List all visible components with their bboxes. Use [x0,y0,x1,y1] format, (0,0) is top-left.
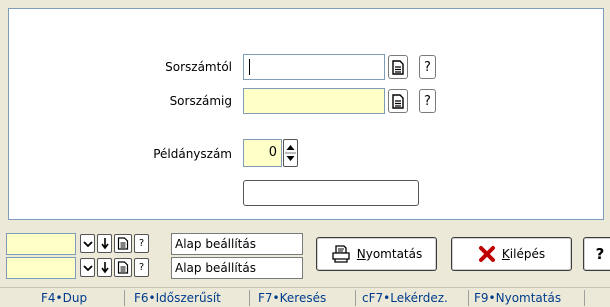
status-bar: F4•Dup F6•Időszerűsít F7•Keresés cF7•Lek… [0,287,610,307]
chevron-down-icon [82,240,93,247]
spin-arrows-icon [285,145,296,161]
preset-2-document-button[interactable] [114,258,132,277]
preset-1-dropdown-button[interactable] [80,234,95,253]
status-f6-refresh[interactable]: F6•Időszerűsít [134,290,221,306]
status-separator [468,290,469,306]
status-f7-search[interactable]: F7•Keresés [258,290,326,306]
document-icon [392,59,404,75]
preset-1-help-button[interactable]: ? [134,234,149,253]
to-number-field[interactable] [243,88,385,114]
document-icon [117,237,129,250]
help-button[interactable]: ? [583,237,610,271]
from-label: Sorszámtól [165,60,232,74]
document-icon [392,93,404,109]
document-icon [117,261,129,274]
arrow-down-icon [100,262,109,274]
status-cf7-query[interactable]: cF7•Lekérdez. [362,290,448,306]
preset-2-field[interactable] [6,257,76,279]
close-x-icon [478,246,495,262]
from-lookup-button[interactable] [388,55,408,79]
status-separator [584,290,585,306]
extra-field[interactable] [243,180,419,206]
from-number-field[interactable] [243,54,385,80]
preset-1-label[interactable]: Alap beállítás [171,233,303,255]
printer-icon [332,245,350,263]
print-mnemonic: N [356,247,366,261]
chevron-down-icon [82,264,93,271]
to-label: Sorszámig [169,94,232,108]
preset-1-field[interactable] [6,233,76,255]
copies-label: Példányszám [153,147,232,161]
exit-button[interactable]: Kilépés [451,237,572,271]
text-caret [249,59,250,75]
from-help-button[interactable]: ? [419,55,436,79]
preset-2-label[interactable]: Alap beállítás [171,257,303,279]
exit-button-label: Kilépés [502,247,545,261]
status-f4-dup[interactable]: F4•Dup [41,290,87,306]
status-separator [249,290,250,306]
print-label-rest: yomtatás [365,247,423,261]
preset-1-down-button[interactable] [97,234,112,253]
preset-2-down-button[interactable] [97,258,112,277]
preset-1-document-button[interactable] [114,234,132,253]
status-separator [355,290,356,306]
exit-mnemonic: K [501,247,510,261]
exit-label-rest: ilépés [509,247,546,261]
preset-2-help-button[interactable]: ? [134,258,149,277]
to-lookup-button[interactable] [388,89,408,113]
copies-field[interactable]: 0 [243,139,282,167]
preset-2-dropdown-button[interactable] [80,258,95,277]
copies-spinner[interactable] [283,139,298,167]
status-separator [124,290,125,306]
print-button[interactable]: Nyomtatás [316,237,437,271]
arrow-down-icon [100,238,109,250]
status-f9-print[interactable]: F9•Nyomtatás [474,290,561,306]
print-button-label: Nyomtatás [357,247,423,261]
to-help-button[interactable]: ? [419,89,436,113]
